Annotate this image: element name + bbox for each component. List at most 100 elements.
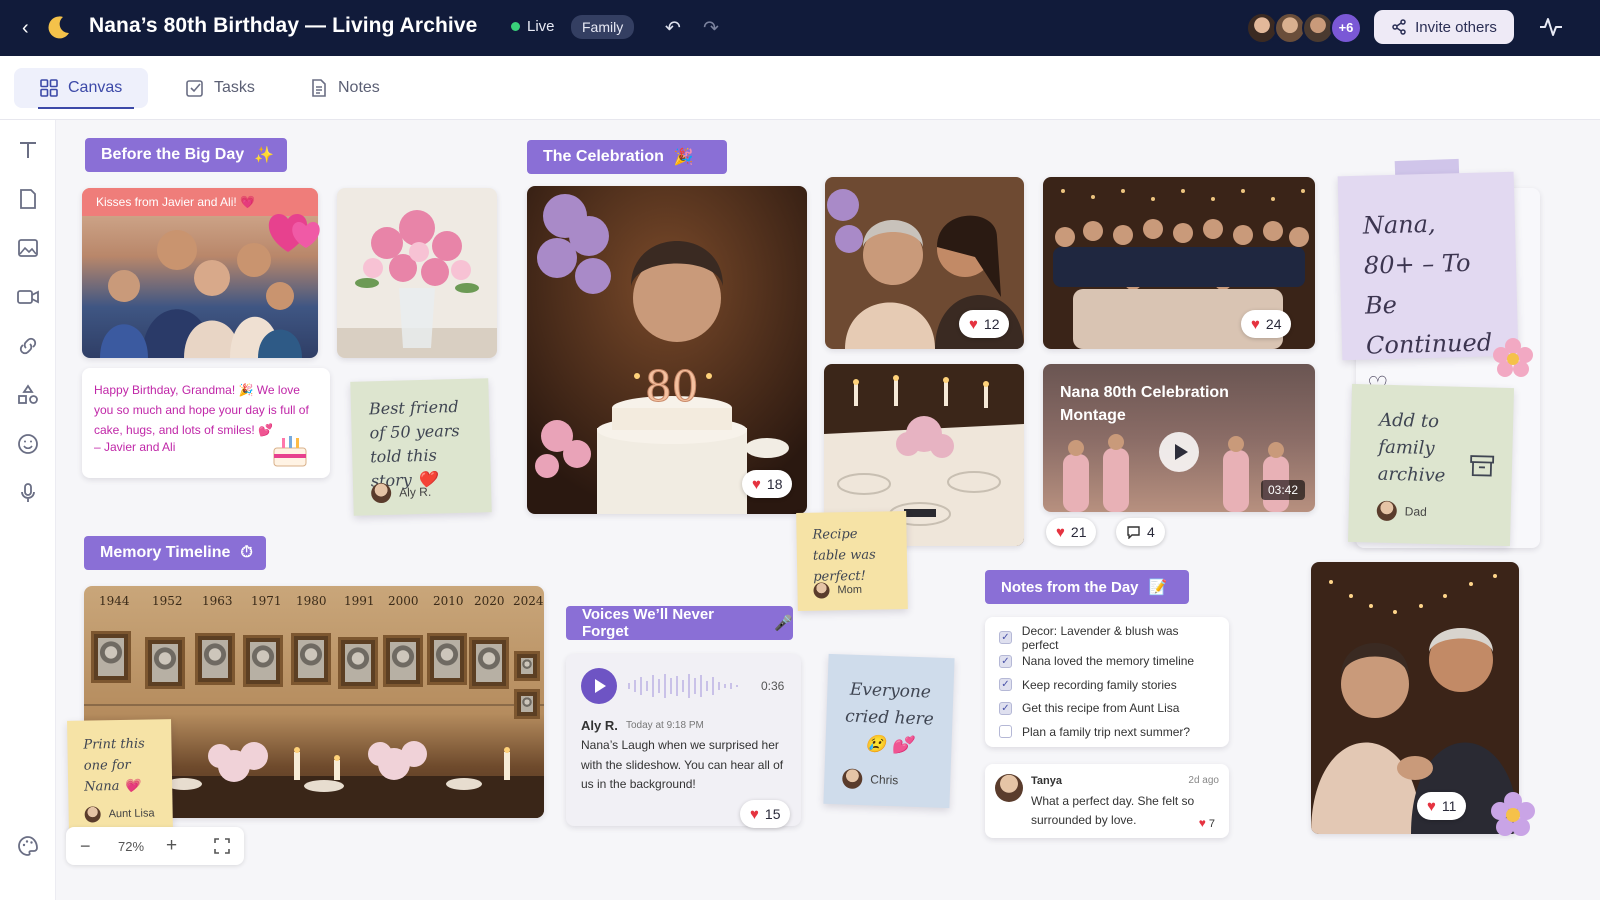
timeline-year: 1944 xyxy=(99,594,130,608)
video-card[interactable]: Nana 80th Celebration Montage 03:42 xyxy=(1043,364,1315,512)
zoom-level: 72% xyxy=(118,839,145,854)
more-collaborators-badge[interactable]: +6 xyxy=(1330,12,1362,44)
undo-icon[interactable]: ↶ xyxy=(665,17,681,40)
comment-card[interactable]: Tanya 2d ago What a perfect day. She fel… xyxy=(985,764,1229,838)
tab-bar: Canvas Tasks Notes xyxy=(0,56,1600,120)
emoji-tool-icon[interactable] xyxy=(16,432,40,456)
sticky-text: Everyone cried here 😢 💕 xyxy=(844,679,935,756)
like-counter[interactable]: ♥ 24 xyxy=(1241,310,1292,338)
like-counter[interactable]: ♥ 12 xyxy=(959,310,1010,338)
timeline-year: 1963 xyxy=(202,594,233,608)
checklist-item[interactable]: ✓ Decor: Lavender & blush was perfect xyxy=(999,624,1215,652)
timeline-photo[interactable] xyxy=(291,633,331,685)
redo-icon[interactable]: ↷ xyxy=(703,17,719,40)
sticky-author: Aly R. xyxy=(399,484,432,500)
sticky-author: Aunt Lisa xyxy=(108,807,155,821)
checkbox-checked-icon[interactable]: ✓ xyxy=(999,678,1012,692)
print-sticky[interactable]: Print this one for Nana 💗 Aunt Lisa xyxy=(67,719,173,833)
text-tool-icon[interactable] xyxy=(16,138,40,162)
checkbox-checked-icon[interactable]: ✓ xyxy=(999,654,1012,668)
palette-icon[interactable] xyxy=(16,834,40,858)
audio-play-button[interactable] xyxy=(581,668,617,704)
section-label-before[interactable]: Before the Big Day ✨ xyxy=(85,138,287,172)
timeline-photo[interactable] xyxy=(427,633,467,685)
flowers-photo-card[interactable] xyxy=(337,188,497,358)
invite-button[interactable]: Invite others xyxy=(1374,10,1514,44)
checklist-item[interactable]: Plan a family trip next summer? xyxy=(999,720,1215,744)
timeline-photo[interactable] xyxy=(514,651,540,681)
party-popper-icon: 🎉 xyxy=(673,149,694,166)
activity-icon[interactable] xyxy=(1539,16,1563,38)
video-comment-counter[interactable]: 4 xyxy=(1116,518,1165,546)
mic-tool-icon[interactable] xyxy=(16,481,40,505)
tab-tasks[interactable]: Tasks xyxy=(160,68,281,108)
like-count: 11 xyxy=(1441,798,1457,814)
purple-flower-sticker-icon xyxy=(1491,792,1535,836)
best-friend-sticky[interactable]: Best friend of 50 years told this story … xyxy=(350,378,492,516)
like-counter[interactable]: ♥ 18 xyxy=(742,470,793,498)
heart-icon: ♥ xyxy=(750,805,759,823)
zoom-in-button[interactable]: + xyxy=(166,835,177,857)
tab-canvas[interactable]: Canvas xyxy=(14,68,149,109)
hug-photo-card[interactable]: ♥ 12 xyxy=(825,177,1024,349)
timeline-photo[interactable] xyxy=(91,631,131,683)
shapes-tool-icon[interactable] xyxy=(16,383,40,407)
checklist-item[interactable]: ✓ Get this recipe from Aunt Lisa xyxy=(999,697,1215,721)
cake-photo-card[interactable]: 80 ♥ 18 xyxy=(527,186,807,514)
video-tool-icon[interactable] xyxy=(16,285,40,309)
timeline-photo[interactable] xyxy=(195,633,235,685)
zoom-out-button[interactable]: − xyxy=(80,836,91,857)
like-count: 7 xyxy=(1208,818,1215,830)
note-tool-icon[interactable] xyxy=(16,187,40,211)
checkbox-checked-icon[interactable]: ✓ xyxy=(999,701,1012,715)
sparkle-icon: ✨ xyxy=(254,147,275,164)
collaborator-avatars[interactable]: +6 xyxy=(1246,12,1366,44)
section-label-voices[interactable]: Voices We’ll Never Forget 🎤 xyxy=(566,606,793,640)
section-label-timeline[interactable]: Memory Timeline ⏱ xyxy=(84,536,266,570)
voice-author: Aly R. xyxy=(581,718,618,733)
link-tool-icon[interactable] xyxy=(16,334,40,358)
timeline-photo[interactable] xyxy=(243,635,283,687)
sticky-byline: Dad xyxy=(1376,500,1428,522)
image-tool-icon[interactable] xyxy=(16,236,40,260)
timeline-photo[interactable] xyxy=(338,637,378,689)
group-photo-card[interactable]: ♥ 24 xyxy=(1043,177,1315,349)
timeline-year: 1952 xyxy=(152,594,183,608)
voice-like-counter[interactable]: ♥ 15 xyxy=(740,800,791,828)
sticky-text: Print this one for Nana 💗 xyxy=(83,736,145,795)
archive-box-icon[interactable] xyxy=(1468,451,1497,480)
continued-sticky[interactable]: Nana, 80+ – To Be Continued ♡ xyxy=(1337,171,1519,400)
section-label-celebration[interactable]: The Celebration 🎉 xyxy=(527,140,727,174)
sticky-author: Chris xyxy=(870,772,899,788)
checkbox-checked-icon[interactable]: ✓ xyxy=(999,631,1012,645)
play-button[interactable] xyxy=(1159,432,1199,472)
avatar xyxy=(813,582,830,599)
timeline-photo[interactable] xyxy=(383,635,423,687)
live-label: Live xyxy=(527,18,555,35)
fullscreen-icon[interactable] xyxy=(214,838,230,854)
checklist-item[interactable]: ✓ Nana loved the memory timeline xyxy=(999,650,1215,674)
comment-like-counter[interactable]: ♥ 7 xyxy=(1199,816,1215,830)
cried-sticky[interactable]: Everyone cried here 😢 💕 Chris xyxy=(823,653,955,809)
nana-with-cake-photo: 80 xyxy=(527,186,807,514)
section-label-notes[interactable]: Notes from the Day 📝 xyxy=(985,570,1189,604)
timeline-photo[interactable] xyxy=(469,637,509,689)
recipe-sticky[interactable]: Recipe table was perfect! Mom xyxy=(796,511,908,611)
tab-label: Notes xyxy=(338,79,380,96)
avatar xyxy=(84,806,101,823)
sticky-byline: Aunt Lisa xyxy=(84,805,155,823)
family-chip[interactable]: Family xyxy=(571,15,635,39)
video-like-counter[interactable]: ♥ 21 xyxy=(1046,518,1097,546)
back-chevron-icon[interactable]: ‹ xyxy=(22,18,42,38)
like-count: 15 xyxy=(764,806,781,822)
svg-text:80: 80 xyxy=(645,362,698,411)
timeline-photo[interactable] xyxy=(514,689,540,719)
timeline-photo[interactable] xyxy=(145,637,185,689)
tab-notes[interactable]: Notes xyxy=(284,68,406,108)
like-counter[interactable]: ♥ 11 xyxy=(1417,792,1467,820)
checkbox-unchecked-icon[interactable] xyxy=(999,725,1012,739)
continued-text: Nana, 80+ – To Be Continued ♡ xyxy=(1362,209,1493,400)
archive-sticky[interactable]: Add to family archive Dad xyxy=(1347,383,1515,547)
birthday-message-card[interactable]: Happy Birthday, Grandma! 🎉 We love you s… xyxy=(82,368,330,478)
checklist-item[interactable]: ✓ Keep recording family stories xyxy=(999,673,1215,697)
